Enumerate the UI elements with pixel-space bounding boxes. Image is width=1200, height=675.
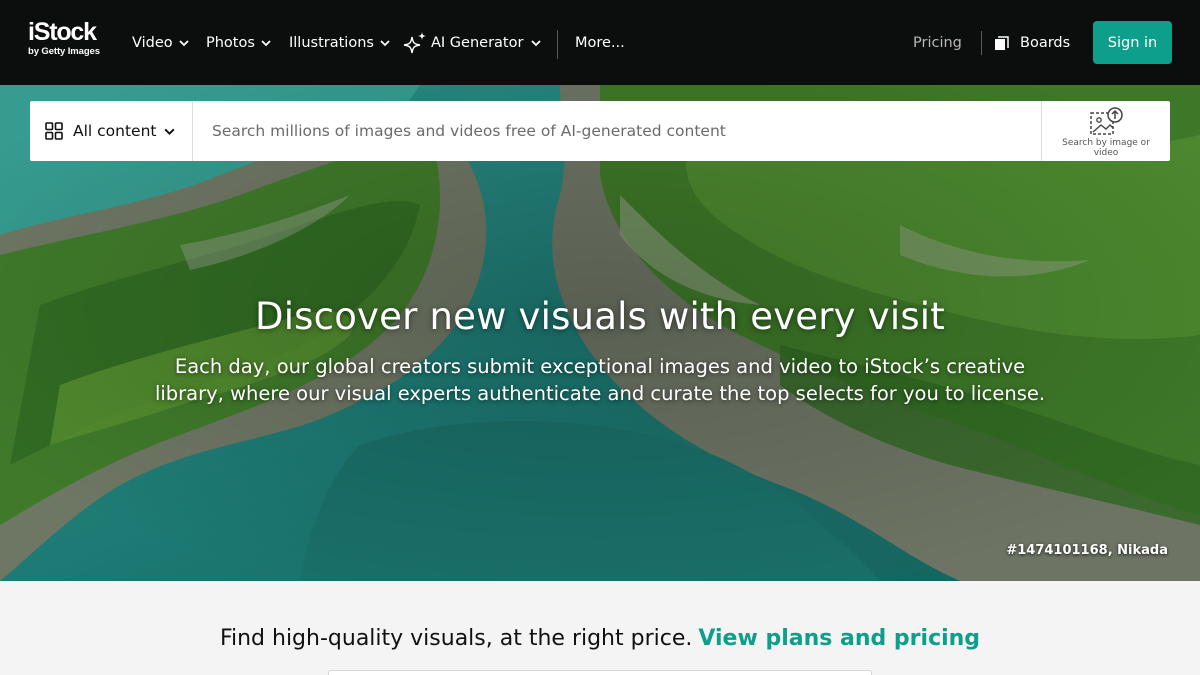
sparkle-icon <box>403 32 426 54</box>
nav-pricing[interactable]: Pricing <box>913 31 962 55</box>
nav-photos-label: Photos <box>206 35 255 51</box>
search-by-image-button[interactable]: Search by image or video <box>1041 101 1170 161</box>
nav-illustrations-label: Illustrations <box>289 35 374 51</box>
chevron-down-icon <box>261 40 271 47</box>
nav-more-label: More... <box>575 35 625 51</box>
nav-boards-label: Boards <box>1020 35 1071 51</box>
view-plans-link[interactable]: View plans and pricing <box>698 626 980 651</box>
nav-ai-generator[interactable]: AI Generator <box>402 31 542 55</box>
nav-video[interactable]: Video <box>132 31 190 55</box>
boards-icon <box>995 35 1009 50</box>
image-upload-icon <box>1090 107 1123 135</box>
content-type-label: All content <box>73 122 157 140</box>
nav-divider <box>557 30 558 59</box>
chevron-down-icon <box>380 40 390 47</box>
logo-wordmark: iStock <box>28 18 97 46</box>
istock-logo[interactable]: iStock by Getty Images <box>28 20 110 62</box>
grid-icon <box>45 122 63 140</box>
nav-ai-generator-label: AI Generator <box>431 35 524 51</box>
logo-tagline: by Getty Images <box>28 46 100 57</box>
top-navigation: iStock by Getty Images Video Photos Illu… <box>0 0 1200 85</box>
nav-more[interactable]: More... <box>575 31 625 55</box>
content-type-dropdown[interactable]: All content <box>30 101 193 161</box>
search-bar: All content Search by image or video <box>30 101 1170 161</box>
nav-divider <box>981 31 982 55</box>
chevron-down-icon <box>163 128 175 135</box>
sign-in-button[interactable]: Sign in <box>1093 21 1172 64</box>
nav-boards[interactable]: Boards <box>994 31 1070 55</box>
hero-subtitle: Each day, our global creators submit exc… <box>154 355 1046 405</box>
nav-illustrations[interactable]: Illustrations <box>289 31 391 55</box>
image-credit[interactable]: #1474101168, Nikada <box>1006 543 1168 558</box>
nav-photos[interactable]: Photos <box>206 31 272 55</box>
promo-text: Find high-quality visuals, at the right … <box>219 626 693 651</box>
chevron-down-icon <box>179 40 189 47</box>
nav-pricing-label: Pricing <box>913 35 962 51</box>
search-input[interactable] <box>193 101 1041 161</box>
pricing-promo: Find high-quality visuals, at the right … <box>0 626 1200 651</box>
search-by-image-label: Search by image or video <box>1062 138 1150 158</box>
chevron-down-icon <box>531 40 542 47</box>
hero-title: Discover new visuals with every visit <box>255 295 945 338</box>
plans-panel <box>328 670 872 675</box>
nav-video-label: Video <box>132 35 173 51</box>
